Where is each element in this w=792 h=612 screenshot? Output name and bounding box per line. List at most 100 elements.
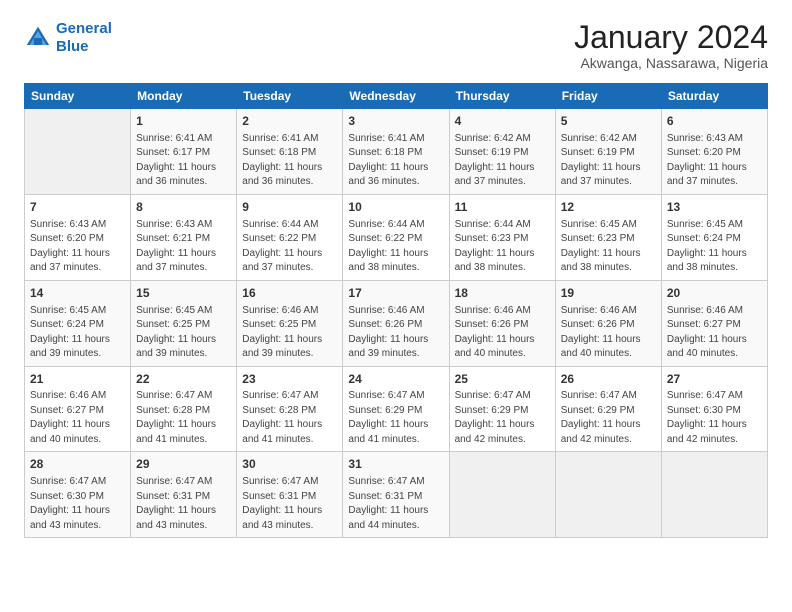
calendar-cell: 6Sunrise: 6:43 AM Sunset: 6:20 PM Daylig… — [661, 109, 767, 195]
day-number: 12 — [561, 199, 656, 216]
calendar-cell: 24Sunrise: 6:47 AM Sunset: 6:29 PM Dayli… — [343, 366, 449, 452]
calendar-cell: 7 Sunrise: 6:43 AM Sunset: 6:20 PM Daylig… — [25, 194, 131, 280]
cell-details: Sunrise: 6:47 AM Sunset: 6:28 PM Dayligh… — [242, 389, 337, 447]
cell-details: Sunrise: 6:47 AM Sunset: 6:29 PM Dayligh… — [561, 389, 656, 447]
title-block: January 2024 Akwanga, Nassarawa, Nigeria — [574, 20, 768, 71]
calendar-cell: 18 Sunrise: 6:46 AM Sunset: 6:26 PM Dayli… — [449, 280, 555, 366]
day-number: 21 — [30, 371, 125, 388]
calendar-cell: 16 Sunrise: 6:46 AM Sunset: 6:25 PM Dayli… — [237, 280, 343, 366]
calendar-cell: 19Sunrise: 6:46 AM Sunset: 6:26 PM Dayli… — [555, 280, 661, 366]
calendar-cell — [661, 452, 767, 538]
calendar-cell: 11 Sunrise: 6:44 AM Sunset: 6:23 PM Dayli… — [449, 194, 555, 280]
day-number: 15 — [136, 285, 231, 302]
calendar-cell: 9Sunrise: 6:44 AM Sunset: 6:22 PM Daylig… — [237, 194, 343, 280]
calendar-cell: 3 Sunrise: 6:41 AM Sunset: 6:18 PM Daylig… — [343, 109, 449, 195]
cell-details: Sunrise: 6:47 AM Sunset: 6:28 PM Dayligh… — [136, 389, 231, 447]
cell-details: Sunrise: 6:43 AM Sunset: 6:20 PM Dayligh… — [30, 218, 125, 276]
calendar-cell: 15 Sunrise: 6:45 AM Sunset: 6:25 PM Dayli… — [131, 280, 237, 366]
day-number: 13 — [667, 199, 762, 216]
day-number: 1 — [136, 113, 231, 130]
cell-details: Sunrise: 6:47 AM Sunset: 6:29 PM Dayligh… — [348, 389, 443, 447]
day-number: 31 — [348, 456, 443, 473]
calendar-cell: 20Sunrise: 6:46 AM Sunset: 6:27 PM Dayli… — [661, 280, 767, 366]
day-of-week-header: Wednesday — [343, 84, 449, 109]
cell-details: Sunrise: 6:46 AM Sunset: 6:27 PM Dayligh… — [30, 389, 125, 447]
cell-details: Sunrise: 6:42 AM Sunset: 6:19 PM Dayligh… — [561, 132, 656, 190]
calendar-cell: 13 Sunrise: 6:45 AM Sunset: 6:24 PM Dayli… — [661, 194, 767, 280]
calendar-cell: 12Sunrise: 6:45 AM Sunset: 6:23 PM Dayli… — [555, 194, 661, 280]
calendar-cell: 22Sunrise: 6:47 AM Sunset: 6:28 PM Dayli… — [131, 366, 237, 452]
calendar-cell: 25Sunrise: 6:47 AM Sunset: 6:29 PM Dayli… — [449, 366, 555, 452]
cell-details: Sunrise: 6:46 AM Sunset: 6:26 PM Dayligh… — [455, 304, 550, 362]
cell-details: Sunrise: 6:45 AM Sunset: 6:25 PM Dayligh… — [136, 304, 231, 362]
day-number: 16 — [242, 285, 337, 302]
day-number: 18 — [455, 285, 550, 302]
cell-details: Sunrise: 6:43 AM Sunset: 6:21 PM Dayligh… — [136, 218, 231, 276]
calendar-cell: 23Sunrise: 6:47 AM Sunset: 6:28 PM Dayli… — [237, 366, 343, 452]
page-header: General Blue January 2024 Akwanga, Nassa… — [24, 20, 768, 71]
calendar-cell: 17Sunrise: 6:46 AM Sunset: 6:26 PM Dayli… — [343, 280, 449, 366]
day-number: 9 — [242, 199, 337, 216]
day-number: 22 — [136, 371, 231, 388]
day-of-week-header: Sunday — [25, 84, 131, 109]
day-number: 25 — [455, 371, 550, 388]
cell-details: Sunrise: 6:46 AM Sunset: 6:26 PM Dayligh… — [348, 304, 443, 362]
cell-details: Sunrise: 6:41 AM Sunset: 6:17 PM Dayligh… — [136, 132, 231, 190]
calendar-cell: 26Sunrise: 6:47 AM Sunset: 6:29 PM Dayli… — [555, 366, 661, 452]
cell-details: Sunrise: 6:41 AM Sunset: 6:18 PM Dayligh… — [348, 132, 443, 190]
calendar-page: General Blue January 2024 Akwanga, Nassa… — [0, 0, 792, 612]
cell-details: Sunrise: 6:45 AM Sunset: 6:24 PM Dayligh… — [30, 304, 125, 362]
calendar-cell: 21Sunrise: 6:46 AM Sunset: 6:27 PM Dayli… — [25, 366, 131, 452]
logo-line1: General — [56, 20, 112, 37]
day-of-week-header: Tuesday — [237, 84, 343, 109]
cell-details: Sunrise: 6:46 AM Sunset: 6:26 PM Dayligh… — [561, 304, 656, 362]
calendar-cell — [25, 109, 131, 195]
day-of-week-header: Friday — [555, 84, 661, 109]
calendar-cell: 4 Sunrise: 6:42 AM Sunset: 6:19 PM Daylig… — [449, 109, 555, 195]
location-subtitle: Akwanga, Nassarawa, Nigeria — [574, 55, 768, 71]
logo-icon — [24, 24, 52, 52]
day-number: 10 — [348, 199, 443, 216]
calendar-cell: 14Sunrise: 6:45 AM Sunset: 6:24 PM Dayli… — [25, 280, 131, 366]
calendar-cell: 2 Sunrise: 6:41 AM Sunset: 6:18 PM Daylig… — [237, 109, 343, 195]
day-number: 7 — [30, 199, 125, 216]
day-number: 11 — [455, 199, 550, 216]
cell-details: Sunrise: 6:47 AM Sunset: 6:31 PM Dayligh… — [348, 475, 443, 533]
month-year-title: January 2024 — [574, 20, 768, 55]
calendar-cell — [555, 452, 661, 538]
day-number: 8 — [136, 199, 231, 216]
calendar-cell: 8 Sunrise: 6:43 AM Sunset: 6:21 PM Daylig… — [131, 194, 237, 280]
calendar-cell: 30Sunrise: 6:47 AM Sunset: 6:31 PM Dayli… — [237, 452, 343, 538]
day-number: 28 — [30, 456, 125, 473]
calendar-cell: 10Sunrise: 6:44 AM Sunset: 6:22 PM Dayli… — [343, 194, 449, 280]
cell-details: Sunrise: 6:45 AM Sunset: 6:24 PM Dayligh… — [667, 218, 762, 276]
cell-details: Sunrise: 6:41 AM Sunset: 6:18 PM Dayligh… — [242, 132, 337, 190]
cell-details: Sunrise: 6:47 AM Sunset: 6:30 PM Dayligh… — [667, 389, 762, 447]
day-number: 27 — [667, 371, 762, 388]
cell-details: Sunrise: 6:43 AM Sunset: 6:20 PM Dayligh… — [667, 132, 762, 190]
calendar-cell — [449, 452, 555, 538]
cell-details: Sunrise: 6:44 AM Sunset: 6:23 PM Dayligh… — [455, 218, 550, 276]
day-number: 29 — [136, 456, 231, 473]
day-of-week-header: Thursday — [449, 84, 555, 109]
cell-details: Sunrise: 6:46 AM Sunset: 6:27 PM Dayligh… — [667, 304, 762, 362]
cell-details: Sunrise: 6:47 AM Sunset: 6:30 PM Dayligh… — [30, 475, 125, 533]
day-number: 4 — [455, 113, 550, 130]
day-number: 30 — [242, 456, 337, 473]
calendar-cell: 1 Sunrise: 6:41 AM Sunset: 6:17 PM Daylig… — [131, 109, 237, 195]
day-number: 26 — [561, 371, 656, 388]
day-number: 2 — [242, 113, 337, 130]
calendar-cell: 31 Sunrise: 6:47 AM Sunset: 6:31 PM Dayli… — [343, 452, 449, 538]
calendar-table: SundayMondayTuesdayWednesdayThursdayFrid… — [24, 83, 768, 538]
day-of-week-header: Saturday — [661, 84, 767, 109]
day-of-week-header: Monday — [131, 84, 237, 109]
cell-details: Sunrise: 6:42 AM Sunset: 6:19 PM Dayligh… — [455, 132, 550, 190]
day-number: 23 — [242, 371, 337, 388]
logo-line2: Blue — [56, 38, 89, 55]
day-number: 3 — [348, 113, 443, 130]
calendar-cell: 28 Sunrise: 6:47 AM Sunset: 6:30 PM Dayli… — [25, 452, 131, 538]
logo: General Blue — [24, 20, 112, 56]
calendar-cell: 27Sunrise: 6:47 AM Sunset: 6:30 PM Dayli… — [661, 366, 767, 452]
cell-details: Sunrise: 6:47 AM Sunset: 6:31 PM Dayligh… — [136, 475, 231, 533]
cell-details: Sunrise: 6:46 AM Sunset: 6:25 PM Dayligh… — [242, 304, 337, 362]
